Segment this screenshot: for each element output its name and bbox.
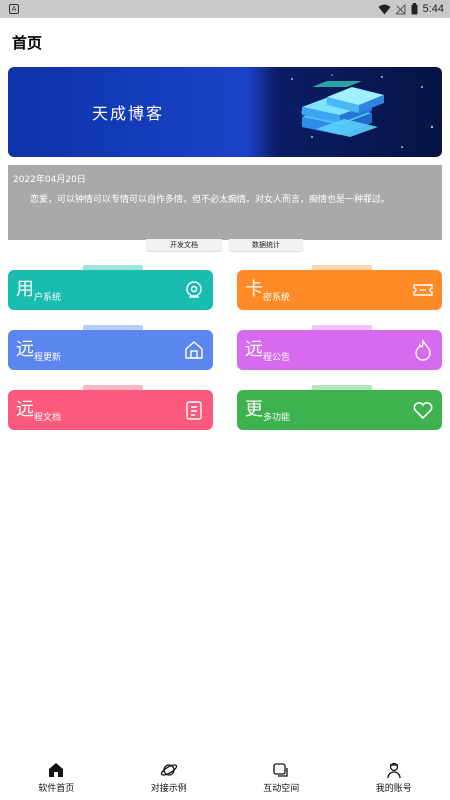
card-label: 密系统 [263, 293, 291, 303]
nav-label: 我的账号 [375, 784, 412, 794]
headset-icon [186, 281, 202, 298]
wifi-icon [378, 4, 391, 14]
server-illustration [291, 74, 434, 148]
home-filled-icon [49, 763, 64, 777]
nav-home[interactable]: 软件首页 [0, 758, 113, 800]
user-system-card[interactable]: 用 户系统 [8, 265, 213, 310]
nav-label: 软件首页 [38, 784, 75, 794]
status-time: 5:44 [422, 3, 444, 15]
more-features-card[interactable]: 更 多功能 [237, 385, 442, 430]
battery-icon [411, 3, 418, 15]
chat-icon [273, 763, 288, 777]
card-initial: 远 [245, 339, 263, 360]
nav-account[interactable]: 我的账号 [338, 758, 450, 800]
remote-update-card[interactable]: 远 程更新 [8, 325, 213, 370]
card-initial: 更 [245, 399, 263, 420]
dev-docs-tab[interactable]: 开发文档 [146, 239, 222, 251]
notice-text: 恋爱，可以钟情可以专情可以自作多情，但不必太痴情。对女人而言，痴情也是一种罪过。 [30, 195, 391, 205]
nav-examples[interactable]: 对接示例 [113, 758, 226, 800]
heart-icon [413, 401, 433, 420]
card-label: 程更新 [34, 353, 62, 363]
card-initial: 用 [16, 279, 34, 300]
card-label: 程公告 [263, 353, 291, 363]
status-bar: A 5:44 [0, 0, 450, 18]
app-notification-icon: A [9, 4, 19, 14]
remote-notice-card[interactable]: 远 程公告 [237, 325, 442, 370]
user-icon [387, 762, 401, 779]
planet-icon [160, 764, 177, 776]
banner-title: 天成博客 [92, 104, 165, 123]
card-initial: 远 [16, 339, 34, 360]
ticket-icon [413, 284, 433, 296]
card-key-system-card[interactable]: 卡 密系统 [237, 265, 442, 310]
document-icon [186, 401, 202, 420]
notice-panel: 2022年04月20日 恋爱，可以钟情可以专情可以自作多情，但不必太痴情。对女人… [8, 165, 442, 240]
data-stats-tab[interactable]: 数据统计 [229, 239, 303, 251]
nav-label: 互动空间 [263, 784, 300, 794]
banner-carousel[interactable]: 天成博客 [8, 67, 442, 157]
card-initial: 远 [16, 399, 34, 420]
nav-label: 对接示例 [150, 784, 187, 794]
flame-icon [415, 339, 431, 361]
remote-docs-card[interactable]: 远 程文档 [8, 385, 213, 430]
notice-date: 2022年04月20日 [13, 175, 86, 185]
card-label: 多功能 [263, 413, 291, 423]
bottom-navigation: 软件首页 对接示例 互动空间 我的账号 [0, 758, 450, 800]
card-initial: 卡 [245, 279, 263, 300]
home-icon [185, 341, 203, 359]
signal-off-icon [395, 3, 406, 14]
card-label: 程文档 [34, 413, 62, 423]
nav-community[interactable]: 互动空间 [225, 758, 338, 800]
page-title: 首页 [12, 34, 43, 52]
card-label: 户系统 [34, 293, 62, 303]
